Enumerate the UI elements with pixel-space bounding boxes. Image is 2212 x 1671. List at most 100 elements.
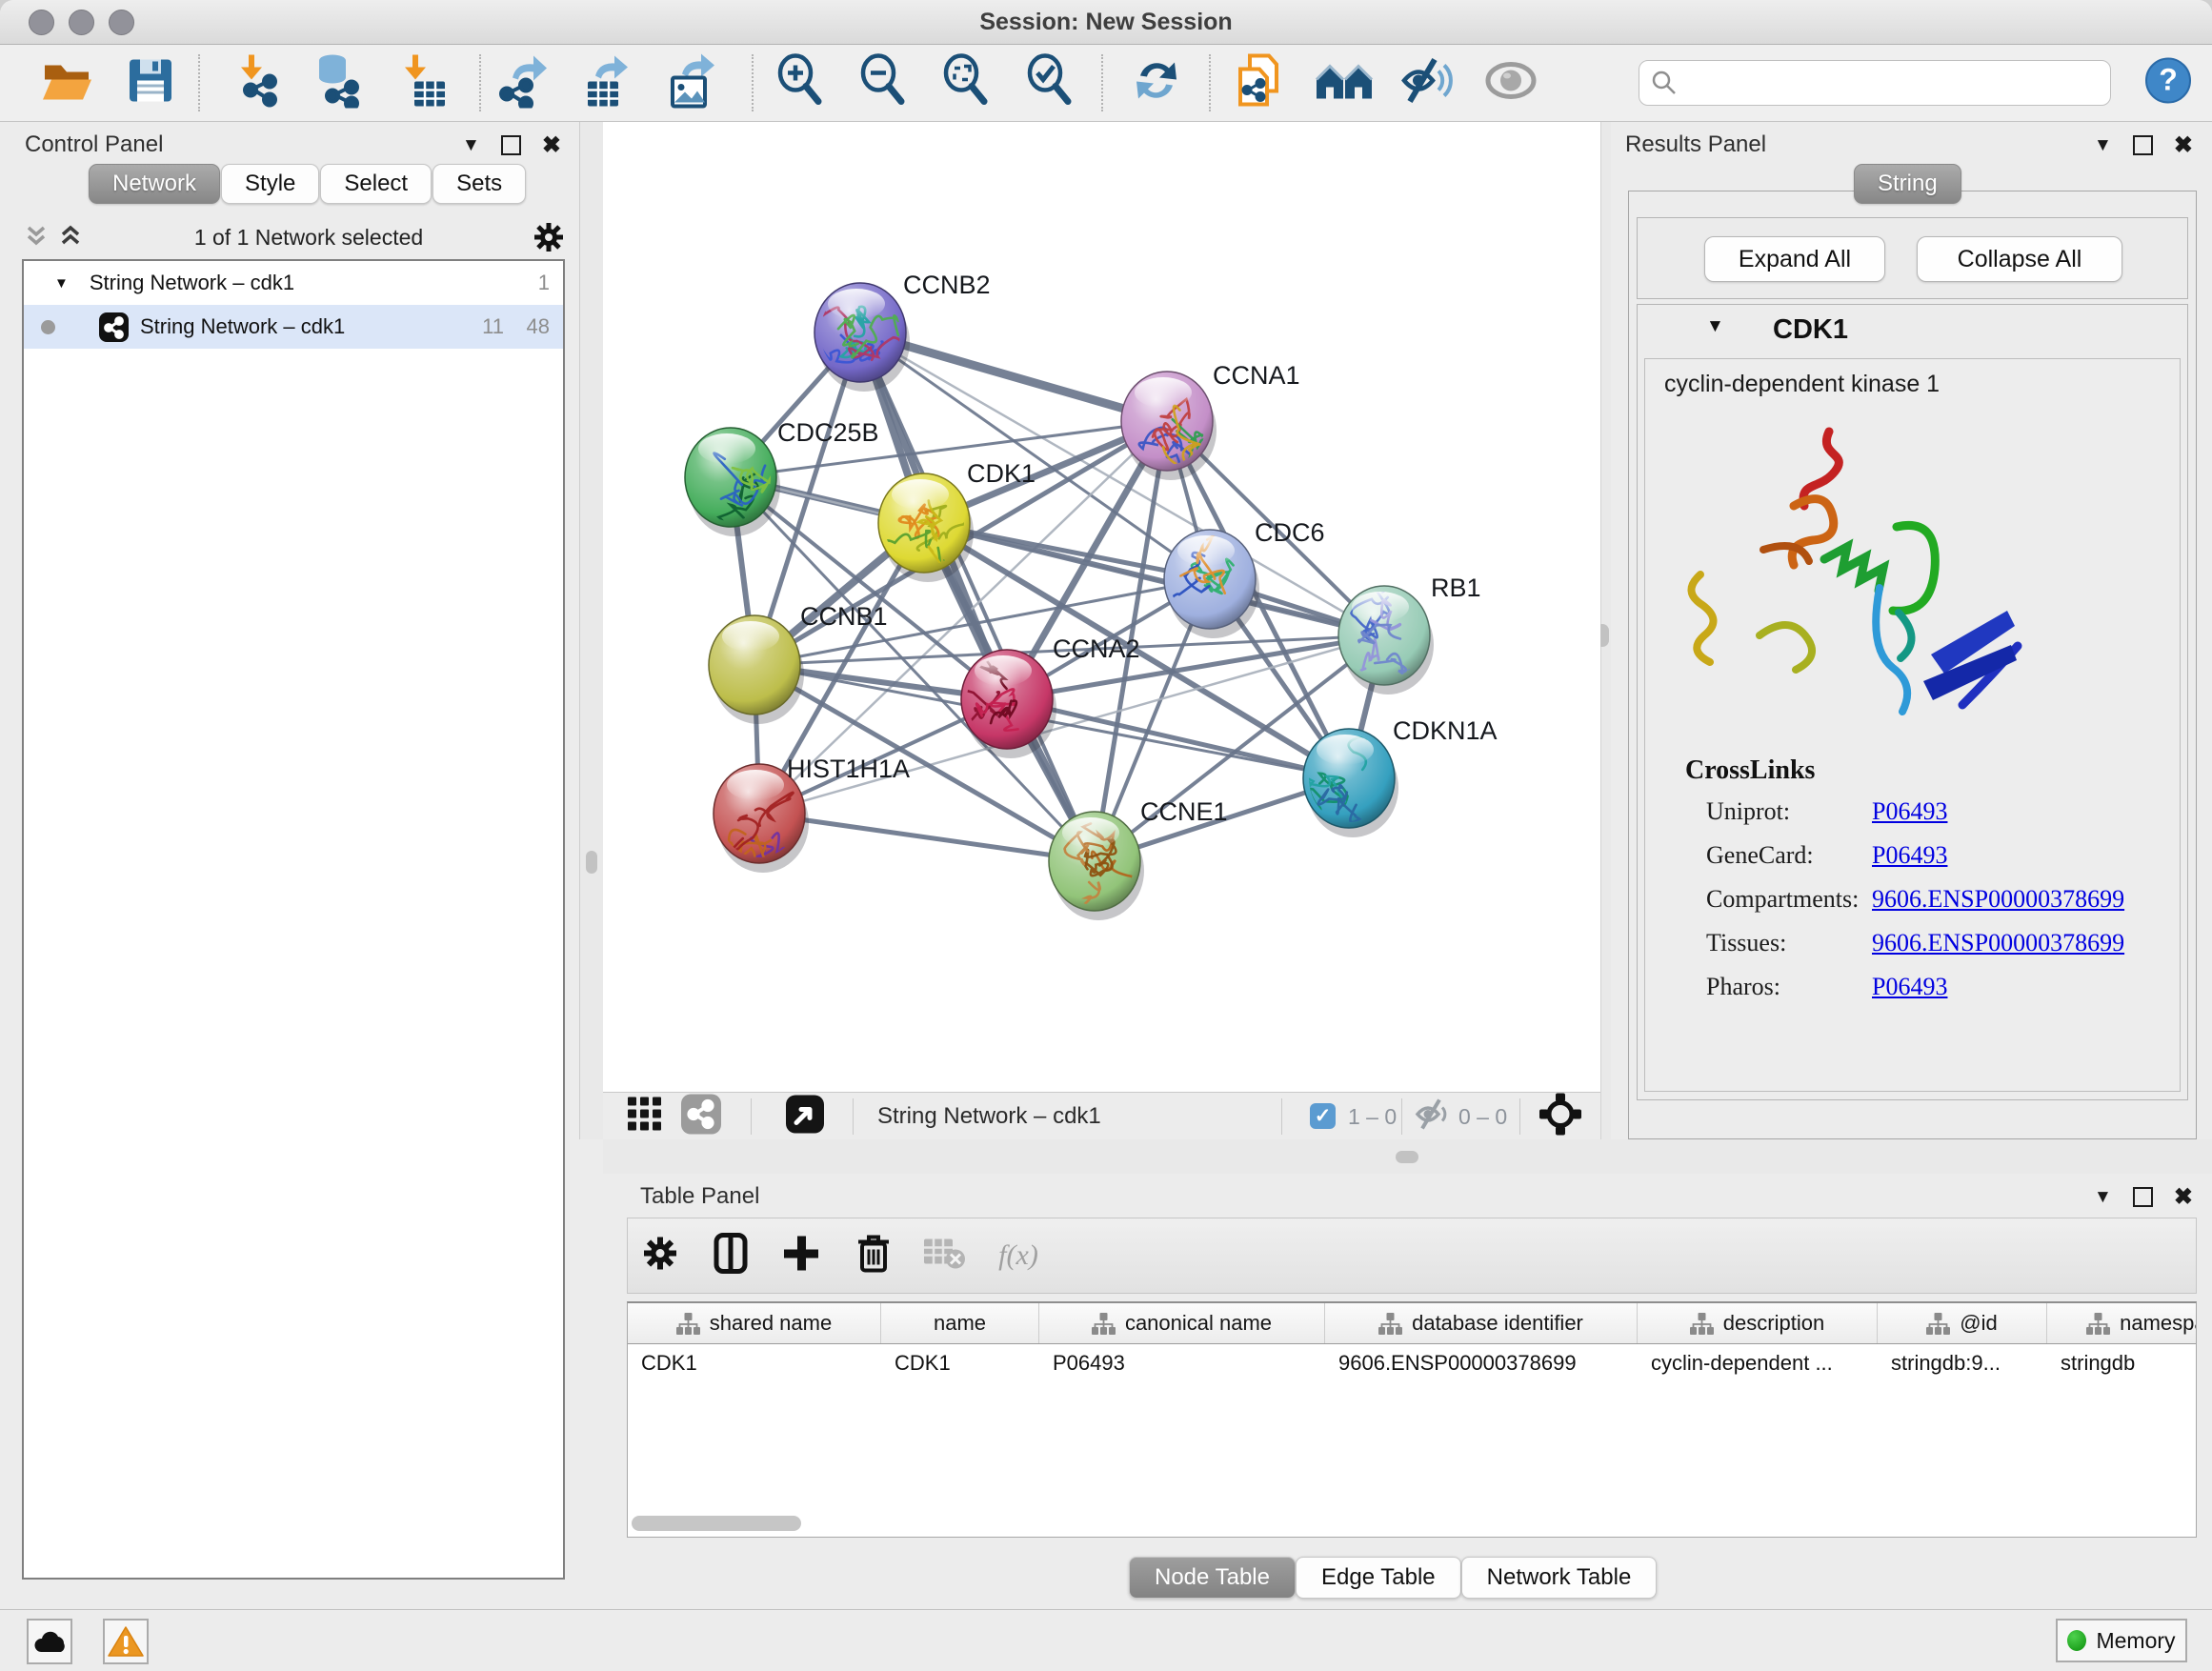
search-icon — [1651, 70, 1678, 96]
collapse-panel-icon[interactable]: ▼ — [2094, 135, 2112, 156]
clone-network-icon[interactable] — [1233, 52, 1286, 114]
export-table-icon[interactable] — [580, 53, 633, 113]
horizontal-scrollbar[interactable] — [632, 1516, 801, 1531]
hide-eye-icon[interactable] — [1400, 56, 1456, 111]
section-expander-icon[interactable]: ▼ — [1706, 316, 1724, 337]
close-panel-icon[interactable]: ✖ — [2174, 131, 2193, 159]
tab-network[interactable]: Network — [89, 164, 220, 204]
save-session-icon[interactable] — [126, 56, 175, 111]
network-node-CCNB1[interactable]: CCNB1 — [709, 602, 888, 724]
zoom-in-icon[interactable] — [774, 53, 827, 113]
table-row[interactable]: CDK1CDK1P064939606.ENSP00000378699cyclin… — [628, 1343, 2196, 1383]
home-networks-icon[interactable] — [1315, 57, 1374, 110]
expand-all-icon[interactable] — [56, 223, 85, 252]
import-network-icon[interactable] — [231, 53, 285, 113]
tab-edge-table[interactable]: Edge Table — [1296, 1557, 1461, 1599]
tab-node-table[interactable]: Node Table — [1129, 1557, 1296, 1599]
selected-counts: 1 – 0 — [1348, 1093, 1397, 1140]
export-image-icon[interactable] — [665, 53, 718, 113]
table-cell[interactable]: P06493 — [1039, 1343, 1325, 1383]
show-columns-icon[interactable] — [714, 1233, 748, 1279]
cdk1-section-header[interactable]: ▼ CDK1 — [1638, 305, 2187, 356]
horizontal-splitter[interactable] — [603, 1139, 2212, 1174]
left-splitter[interactable] — [579, 122, 605, 1139]
float-panel-icon[interactable] — [2133, 135, 2153, 155]
table-cell[interactable]: stringdb — [2047, 1343, 2197, 1383]
pan-crosshair-icon[interactable] — [1539, 1094, 1581, 1140]
network-node-CDKN1A[interactable]: CDKN1A — [1294, 699, 1498, 837]
column-header-description[interactable]: description — [1638, 1303, 1878, 1343]
hidden-eye-icon[interactable] — [1415, 1098, 1453, 1136]
zoom-out-icon[interactable] — [856, 53, 910, 113]
memory-button[interactable]: Memory — [2056, 1619, 2187, 1662]
crosslink-link[interactable]: P06493 — [1872, 973, 1947, 1001]
collapse-panel-icon[interactable]: ▼ — [2094, 1187, 2112, 1208]
network-node-CCNA2[interactable]: CCNA2 — [947, 634, 1140, 758]
network-node-CCNB2[interactable]: CCNB2 — [812, 271, 991, 392]
expand-all-button[interactable]: Expand All — [1704, 236, 1885, 282]
column-header-name[interactable]: name — [881, 1303, 1039, 1343]
float-panel-icon[interactable] — [501, 135, 521, 155]
table-cell[interactable]: CDK1 — [881, 1343, 1039, 1383]
refresh-icon[interactable] — [1131, 55, 1182, 111]
import-database-icon[interactable] — [312, 53, 365, 113]
left-splitter-handle[interactable] — [586, 851, 597, 874]
import-table-icon[interactable] — [397, 53, 449, 113]
column-header--id[interactable]: @id — [1878, 1303, 2047, 1343]
open-in-browser-icon[interactable] — [785, 1095, 825, 1139]
export-network-icon[interactable] — [495, 53, 549, 113]
tab-style[interactable]: Style — [221, 164, 319, 204]
table-settings-gear-icon[interactable] — [642, 1236, 678, 1277]
table-cell[interactable]: CDK1 — [628, 1343, 881, 1383]
network-node-CCNE1[interactable]: CCNE1 — [1049, 797, 1228, 941]
column-header-namespace[interactable]: namespace — [2047, 1303, 2197, 1343]
gear-icon[interactable] — [533, 221, 565, 253]
delete-column-icon[interactable] — [856, 1233, 891, 1279]
zoom-fit-icon[interactable] — [939, 53, 993, 113]
network-edge[interactable] — [1007, 699, 1349, 778]
network-canvas[interactable]: CCNB2CCNA1CDC25BCDK1CDC6RB1CCNB1CCNA2CDK… — [603, 122, 1600, 1092]
table-cell[interactable]: stringdb:9... — [1878, 1343, 2047, 1383]
add-column-icon[interactable] — [782, 1235, 820, 1278]
network-collection-row[interactable]: ▼ String Network – cdk1 1 — [24, 261, 563, 305]
right-splitter[interactable] — [1600, 122, 1611, 1139]
table-cell[interactable]: 9606.ENSP00000378699 — [1325, 1343, 1638, 1383]
birdseye-grid-icon[interactable] — [627, 1097, 663, 1137]
tab-network-table[interactable]: Network Table — [1461, 1557, 1658, 1599]
collapse-panel-icon[interactable]: ▼ — [462, 135, 480, 156]
tab-string[interactable]: String — [1854, 164, 1961, 204]
crosslink-link[interactable]: P06493 — [1872, 797, 1947, 826]
network-node-RB1[interactable]: RB1 — [1338, 574, 1481, 695]
tab-select[interactable]: Select — [320, 164, 432, 204]
help-icon[interactable]: ? — [2144, 57, 2192, 110]
tree-expander-icon[interactable]: ▼ — [54, 275, 69, 292]
collapse-all-button[interactable]: Collapse All — [1917, 236, 2122, 282]
cloud-button[interactable] — [27, 1619, 72, 1664]
close-panel-icon[interactable]: ✖ — [542, 131, 561, 159]
open-session-icon[interactable] — [40, 56, 93, 111]
network-edge[interactable] — [759, 814, 1095, 861]
warnings-button[interactable] — [103, 1619, 149, 1664]
crosslink-link[interactable]: 9606.ENSP00000378699 — [1872, 929, 2124, 957]
protein-description: cyclin-dependent kinase 1 — [1664, 371, 1940, 398]
network-node-CDC6[interactable]: CDC6 — [1163, 518, 1324, 638]
collapse-all-icon[interactable] — [22, 223, 50, 252]
crosslink-link[interactable]: 9606.ENSP00000378699 — [1872, 885, 2124, 914]
zoom-selected-icon[interactable] — [1023, 53, 1076, 113]
network-row-selected[interactable]: String Network – cdk1 11 48 — [24, 305, 563, 349]
tab-sets[interactable]: Sets — [432, 164, 526, 204]
horizontal-splitter-handle[interactable] — [1396, 1151, 1418, 1163]
crosslink-link[interactable]: P06493 — [1872, 841, 1947, 870]
close-panel-icon[interactable]: ✖ — [2174, 1183, 2193, 1211]
column-header-database-identifier[interactable]: database identifier — [1325, 1303, 1638, 1343]
column-header-canonical-name[interactable]: canonical name — [1039, 1303, 1325, 1343]
float-panel-icon[interactable] — [2133, 1187, 2153, 1207]
node-label: HIST1H1A — [787, 755, 910, 783]
column-header-shared-name[interactable]: shared name — [628, 1303, 881, 1343]
string-badge-icon[interactable] — [680, 1094, 722, 1140]
table-cell[interactable]: cyclin-dependent ... — [1638, 1343, 1878, 1383]
separator — [1401, 1098, 1402, 1135]
selected-checkbox-icon[interactable]: ✓ — [1310, 1103, 1336, 1129]
search-input[interactable] — [1639, 60, 2111, 106]
network-status-dot — [41, 320, 55, 334]
